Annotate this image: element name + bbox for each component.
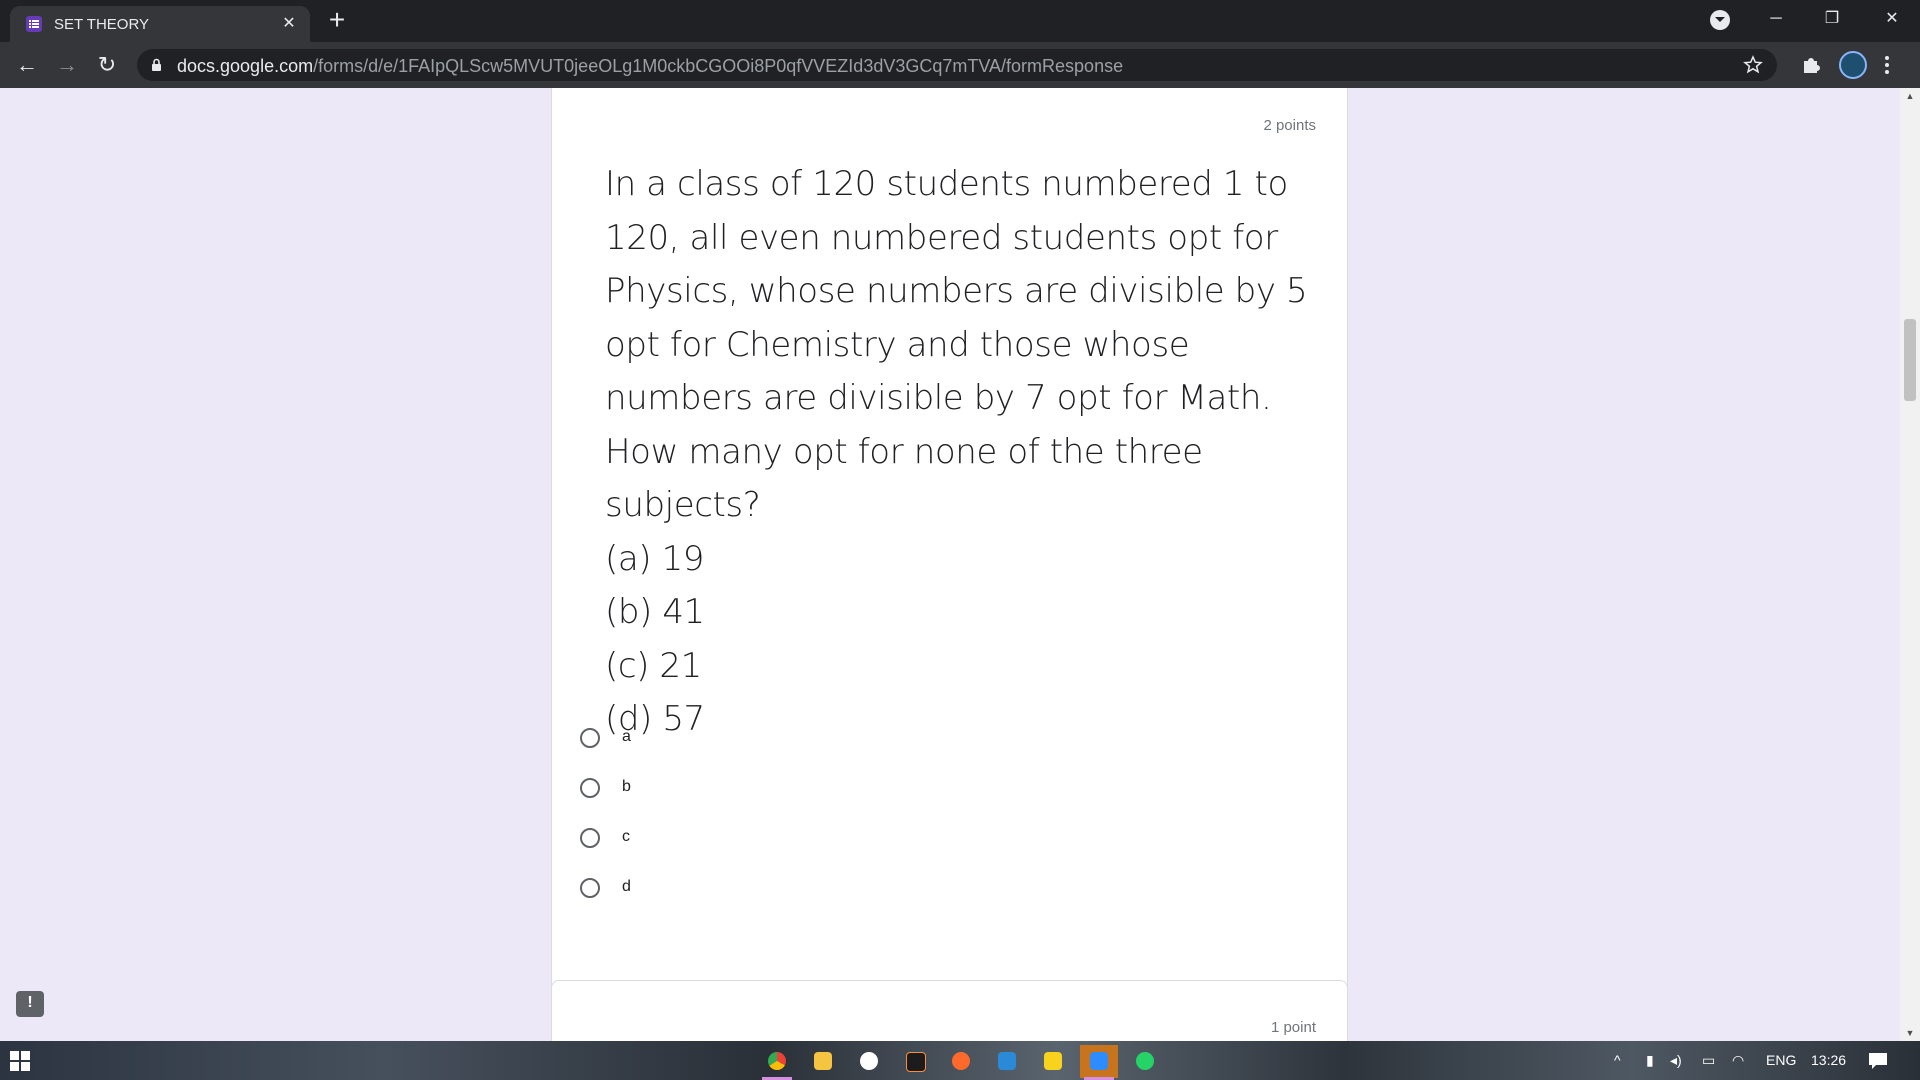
show-hidden-icons-icon[interactable]: ^ [1614,1041,1621,1080]
minimize-button[interactable]: ─ [1748,0,1804,38]
choice-d[interactable]: d [580,869,880,909]
app-icon[interactable] [942,1045,980,1078]
radio-c[interactable] [580,828,600,848]
notifications-icon[interactable] [1868,1041,1888,1080]
listed-option-a: (a) 19 [605,538,705,579]
new-tab-button[interactable]: + [324,6,350,34]
next-question-points: 1 point [1270,1019,1316,1036]
extensions-puzzle-icon[interactable] [1800,54,1822,81]
profile-avatar[interactable] [1839,51,1867,79]
report-feedback-icon[interactable]: ! [16,991,44,1017]
url-host: docs.google.com [177,56,314,76]
form-page: 2 points In a class of 120 students numb… [0,88,1900,1041]
language-indicator[interactable]: ENG [1766,1041,1796,1080]
tab-title: SET THEORY [54,16,150,33]
next-question-card: 1 point [551,980,1348,1041]
question-points: 2 points [1263,117,1316,134]
vscode-icon[interactable] [988,1045,1026,1078]
chrome-icon[interactable] [758,1045,796,1080]
question-text: In a class of 120 students numbered 1 to… [605,164,1308,525]
chrome-menu-icon[interactable] [1884,54,1890,81]
back-button[interactable]: ← [11,49,43,81]
choice-c[interactable]: c [580,819,880,859]
question-card: 2 points In a class of 120 students numb… [551,88,1348,1041]
scroll-up-icon[interactable]: ▲ [1900,88,1920,104]
restore-button[interactable]: ❐ [1804,0,1860,38]
choice-b-label: b [622,778,631,795]
windows-taskbar: ^ ▮ ◂) ▭ ◠ ENG 13:26 [0,1041,1920,1080]
google-forms-icon [26,16,42,32]
forward-button[interactable]: → [51,49,83,81]
choice-a-label: a [622,728,631,745]
tab-close-icon[interactable]: ✕ [278,13,300,35]
scroll-thumb[interactable] [1904,319,1916,401]
choice-c-label: c [622,828,630,845]
sticky-notes-icon[interactable] [1034,1045,1072,1078]
browser-toolbar: ← → ↻ docs.google.com/forms/d/e/1FAIpQLS… [0,42,1920,88]
terminal-icon[interactable] [896,1045,934,1078]
zoom-icon[interactable] [1080,1045,1118,1080]
question-text-block: In a class of 120 students numbered 1 to… [605,158,1325,747]
clock-time[interactable]: 13:26 [1811,1041,1846,1080]
app-icon[interactable] [850,1045,888,1078]
scroll-down-icon[interactable]: ▼ [1900,1025,1920,1041]
url-path: /forms/d/e/1FAIpQLScw5MVUT0jeeOLg1M0ckbC… [313,56,1124,76]
tab-set-theory[interactable]: SET THEORY ✕ [10,6,310,42]
listed-option-c: (c) 21 [605,645,702,686]
lock-icon[interactable] [151,58,162,77]
tab-search-icon[interactable] [1710,10,1730,30]
file-explorer-icon[interactable] [804,1045,842,1078]
address-bar[interactable]: docs.google.com/forms/d/e/1FAIpQLScw5MVU… [137,49,1777,81]
microphone-icon[interactable]: ▮ [1646,1041,1654,1080]
reload-button[interactable]: ↻ [91,49,123,81]
choice-b[interactable]: b [580,769,880,809]
radio-d[interactable] [580,878,600,898]
volume-icon[interactable]: ◂) [1670,1041,1682,1080]
choice-a[interactable]: a [580,719,880,759]
whatsapp-icon[interactable] [1126,1045,1164,1078]
windows-start-icon[interactable] [10,1051,30,1076]
battery-icon[interactable]: ▭ [1702,1041,1715,1080]
radio-a[interactable] [580,728,600,748]
close-window-button[interactable]: ✕ [1864,0,1920,38]
browser-tab-strip: SET THEORY ✕ + ─ ❐ ✕ [0,0,1920,42]
wifi-icon[interactable]: ◠ [1732,1041,1744,1080]
bookmark-star-icon[interactable] [1743,55,1763,80]
radio-b[interactable] [580,778,600,798]
url-text: docs.google.com/forms/d/e/1FAIpQLScw5MVU… [177,56,1123,77]
listed-option-b: (b) 41 [605,592,705,632]
page-scrollbar[interactable]: ▲ ▼ [1900,88,1920,1041]
choice-d-label: d [622,878,631,895]
